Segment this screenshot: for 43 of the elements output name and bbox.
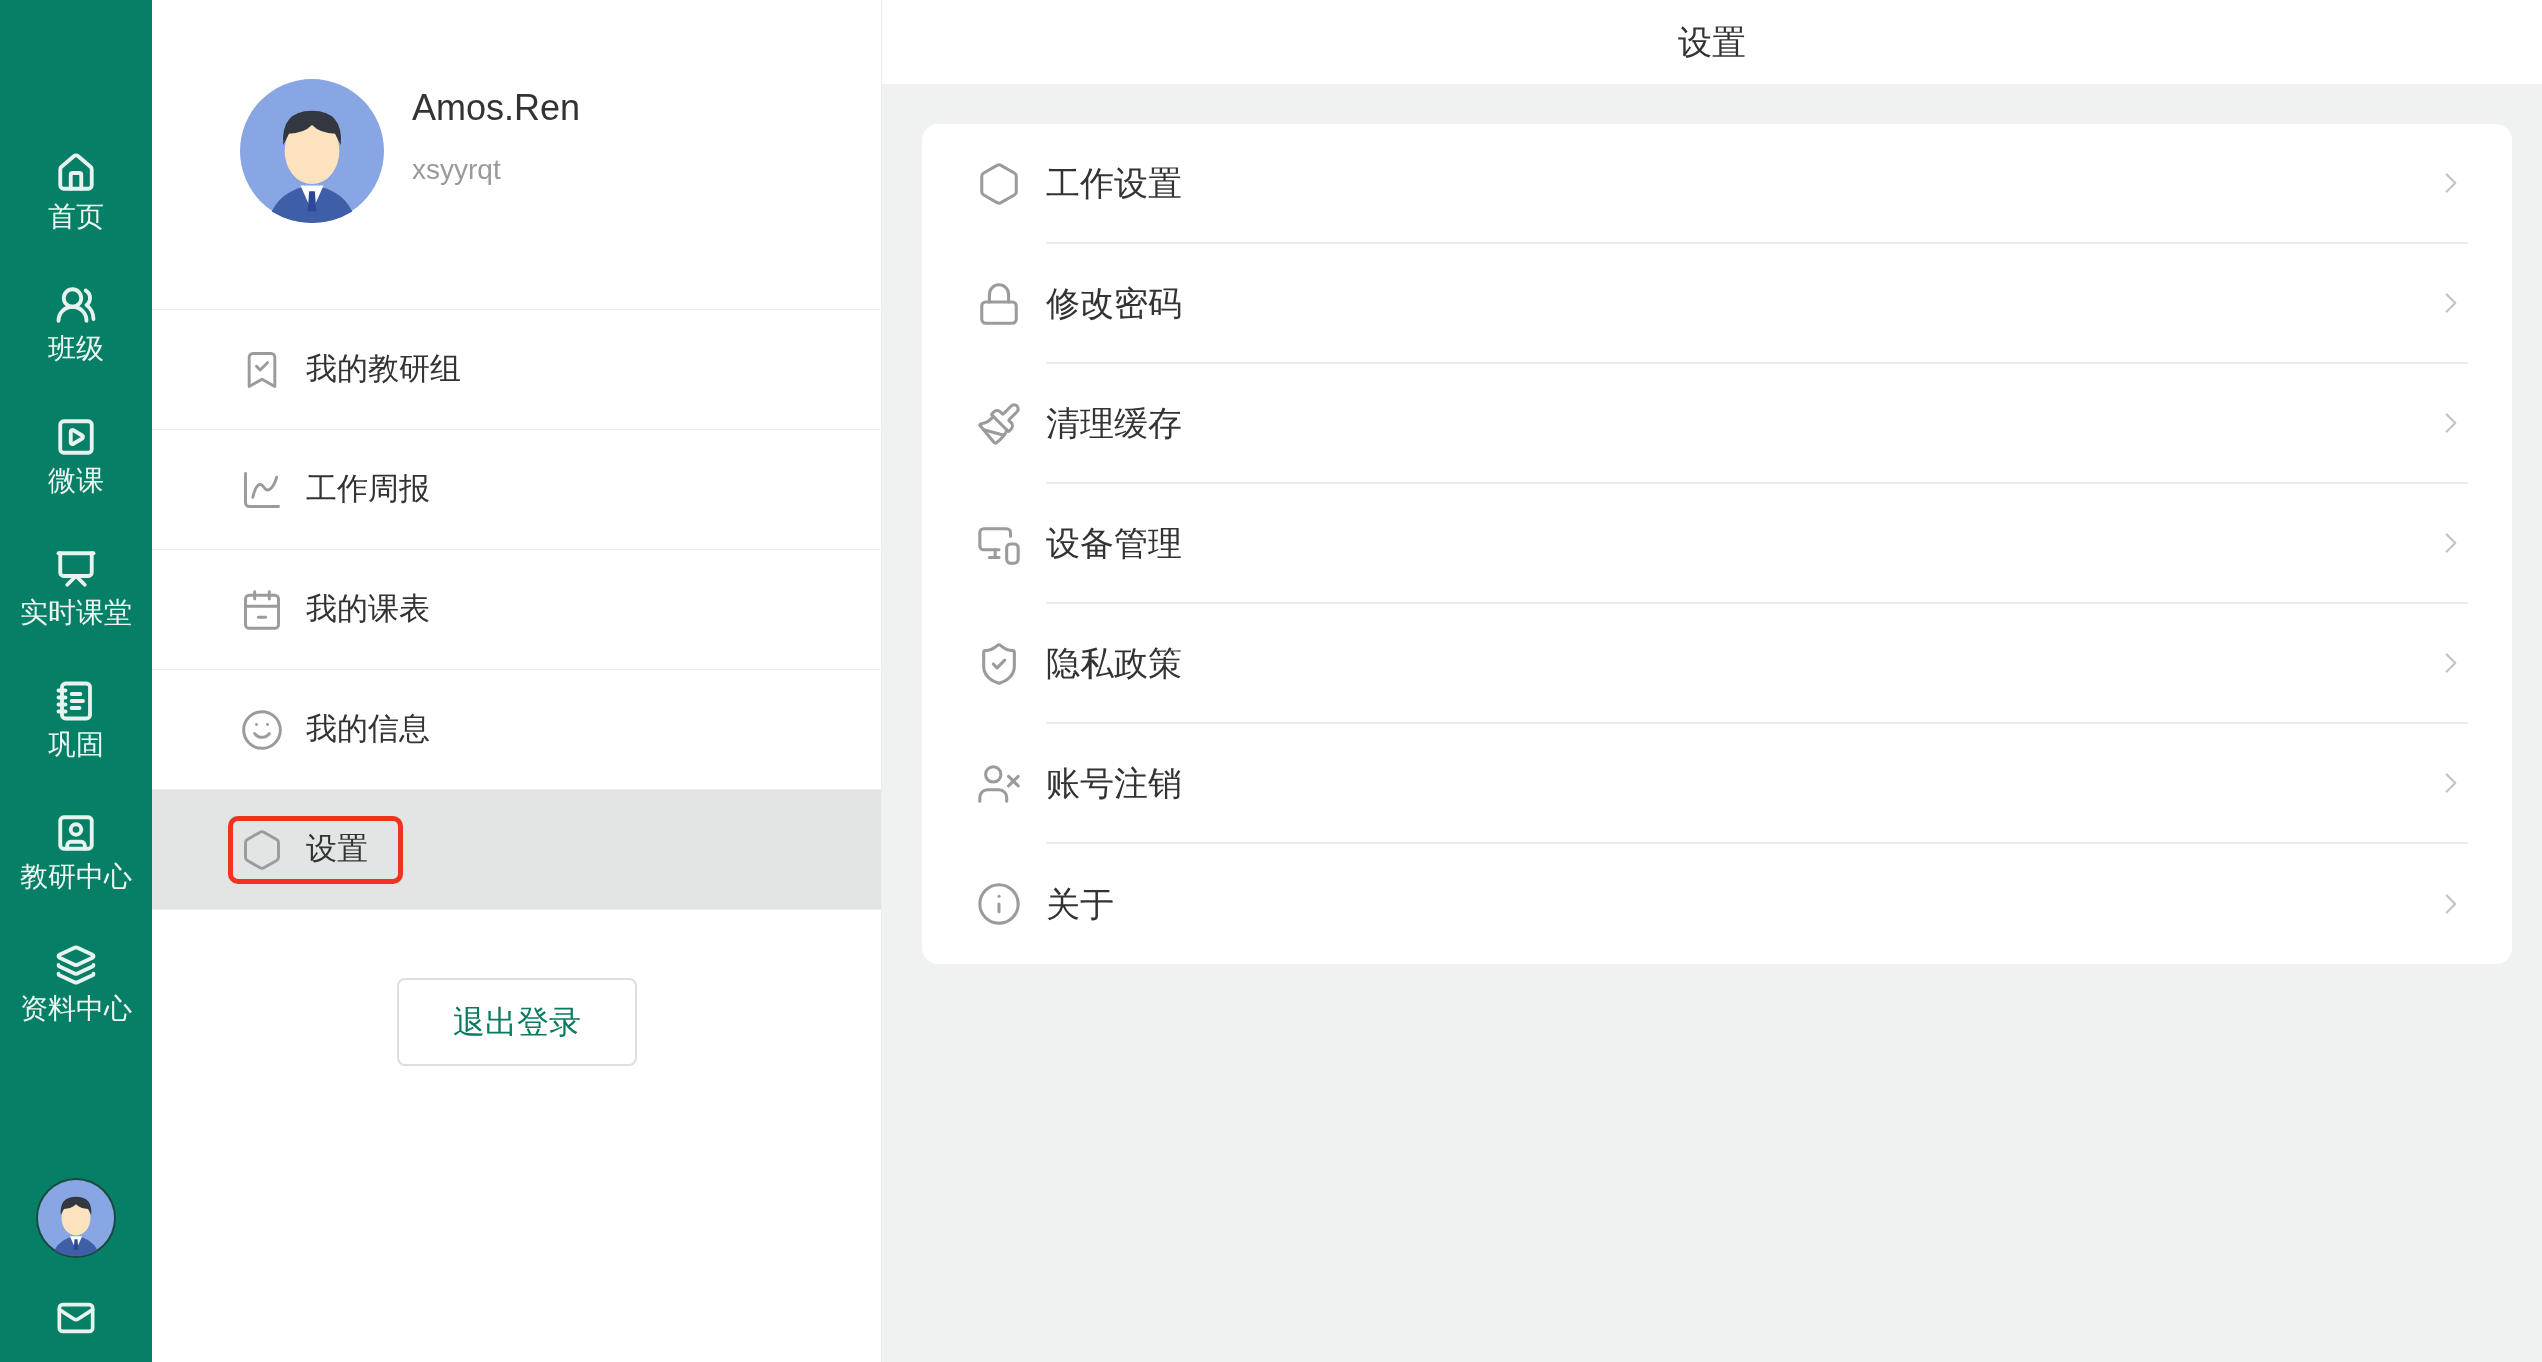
nav-label[interactable]: 实时课堂 (20, 596, 132, 630)
user-id: xsyyrqt (412, 152, 502, 187)
settings-row[interactable]: 隐私政策 (922, 604, 2512, 724)
menu-item[interactable]: 我的课表 (152, 550, 881, 670)
settings-row[interactable]: 修改密码 (922, 244, 2512, 364)
settings-label: 账号注销 (1046, 762, 1182, 804)
page-title: 设置 (1678, 21, 1746, 63)
users-icon[interactable] (55, 284, 97, 326)
settings-label: 工作设置 (1046, 162, 1182, 204)
nav-label[interactable]: 微课 (48, 464, 104, 498)
menu-item[interactable]: 工作周报 (152, 430, 881, 550)
settings-row[interactable]: 清理缓存 (922, 364, 2512, 484)
menu-label: 我的课表 (306, 590, 430, 629)
layers-icon[interactable] (55, 944, 97, 986)
nav-label[interactable]: 巩固 (48, 728, 104, 762)
settings-label: 设备管理 (1046, 522, 1182, 564)
nav-label[interactable]: 资料中心 (20, 992, 132, 1026)
play-icon[interactable] (55, 416, 97, 458)
menu-label: 我的信息 (306, 710, 430, 749)
presentation-icon[interactable] (55, 548, 97, 590)
user-name: Amos.Ren (412, 85, 581, 130)
menu-item[interactable]: 设置 (152, 790, 881, 910)
menu-label: 我的教研组 (306, 350, 461, 389)
settings-row[interactable]: 关于 (922, 844, 2512, 964)
info-icon (976, 881, 1022, 927)
nav-label[interactable]: 班级 (48, 332, 104, 366)
user-card-icon[interactable] (55, 812, 97, 854)
nav-label[interactable]: 教研中心 (20, 860, 132, 894)
menu-label: 设置 (306, 830, 368, 869)
face-icon (240, 707, 284, 752)
nav-label[interactable]: 首页 (48, 200, 104, 234)
settings-label: 关于 (1046, 883, 1114, 925)
settings-label: 修改密码 (1046, 282, 1182, 324)
settings-label: 清理缓存 (1046, 402, 1182, 444)
home-icon[interactable] (55, 152, 97, 194)
logout-button[interactable]: 退出登录 (396, 978, 637, 1066)
menu-label: 工作周报 (306, 470, 430, 509)
settings-row[interactable]: 账号注销 (922, 724, 2512, 844)
settings-row[interactable]: 工作设置 (922, 124, 2512, 244)
menu-item[interactable]: 我的教研组 (152, 310, 881, 430)
settings-row[interactable]: 设备管理 (922, 484, 2512, 604)
brush-icon (976, 401, 1022, 447)
settings-label: 隐私政策 (1046, 642, 1182, 684)
